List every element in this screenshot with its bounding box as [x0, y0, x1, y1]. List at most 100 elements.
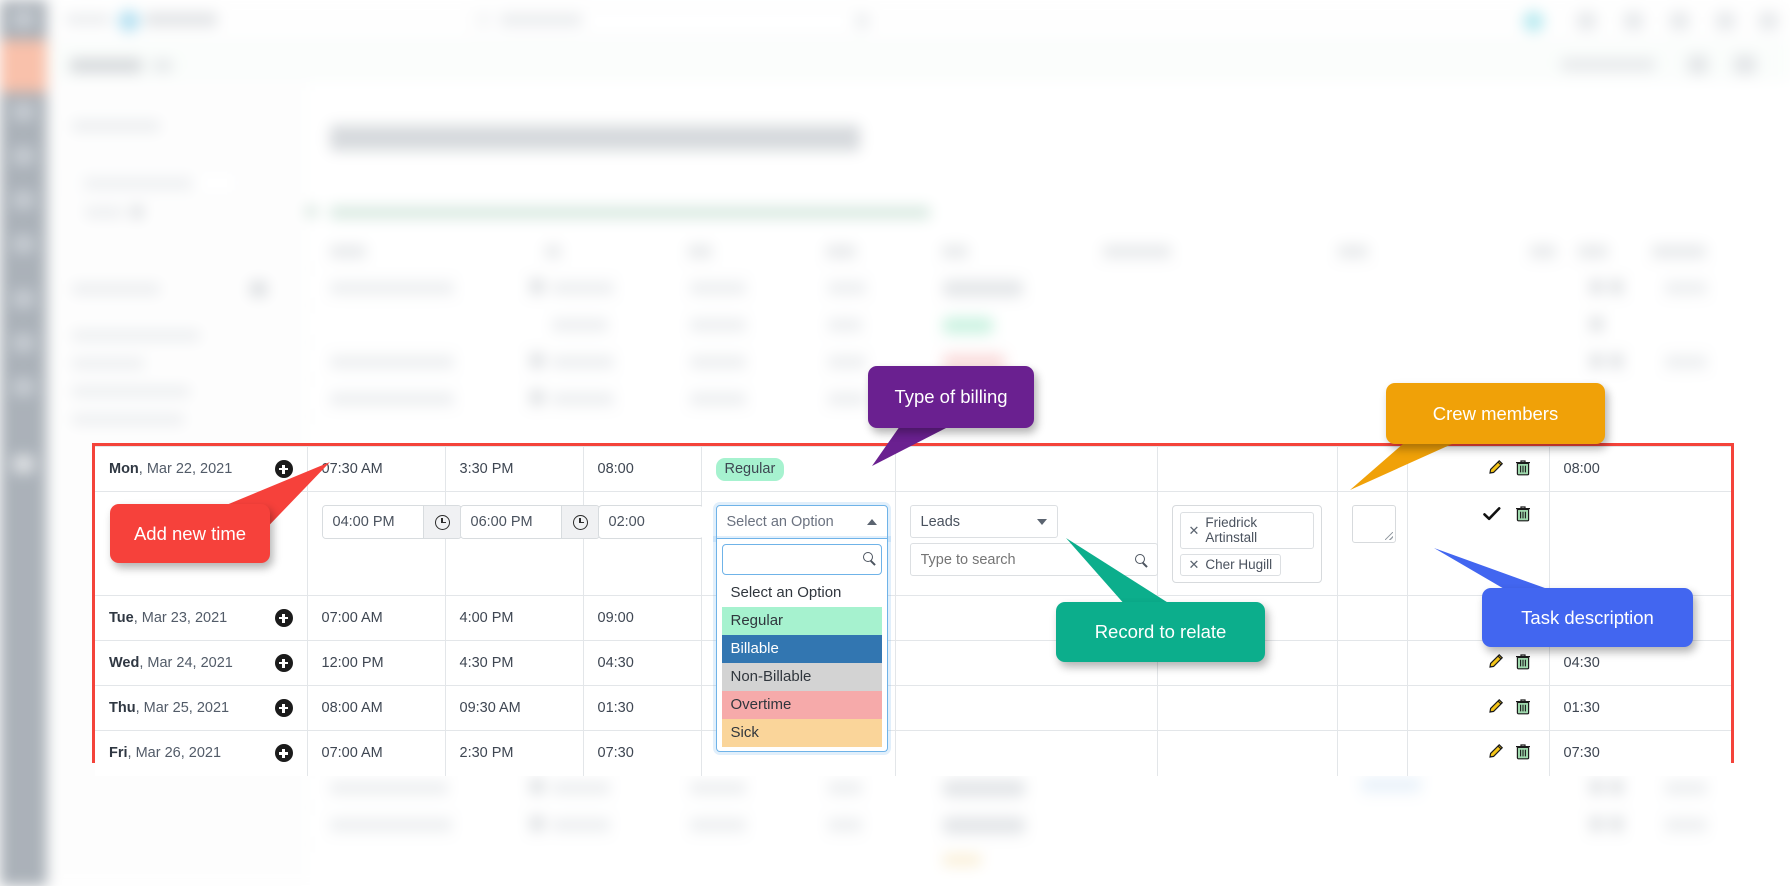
status-badge: Regular: [715, 457, 785, 481]
row-day: Tue: [109, 610, 134, 626]
time-in-clock-button[interactable]: [422, 506, 461, 538]
related-module-select[interactable]: Leads: [909, 505, 1058, 538]
delete-icon[interactable]: [1515, 743, 1531, 764]
chevron-up-icon: [866, 519, 877, 525]
row-date: , Mar 23, 2021: [133, 610, 228, 626]
cell-date: Wed, Mar 24, 2021: [95, 640, 308, 686]
task-description-textarea[interactable]: [1351, 505, 1396, 543]
cell-actions-edit: [1406, 491, 1550, 596]
row-date: , Mar 22, 2021: [138, 461, 233, 477]
related-record-search-input[interactable]: [910, 544, 1116, 575]
edit-icon[interactable]: [1487, 698, 1504, 719]
cell-total-edit: [582, 491, 704, 596]
delete-icon[interactable]: [1515, 459, 1531, 480]
cell-task: [1336, 685, 1408, 731]
add-new-time-button[interactable]: [274, 609, 293, 627]
cell-total: 07:30: [582, 730, 702, 776]
cell-duration: 07:30: [1548, 730, 1731, 776]
row-day: Mon: [109, 461, 139, 477]
edit-icon[interactable]: [1487, 743, 1504, 764]
cell-date: Thu, Mar 25, 2021: [95, 685, 308, 731]
cell-date: Fri, Mar 26, 2021: [95, 730, 308, 776]
callout-type-of-billing: Type of billing: [868, 366, 1034, 428]
row-day: Wed: [109, 655, 140, 671]
cell-total: 08:00: [582, 446, 702, 492]
edit-icon[interactable]: [1487, 653, 1504, 674]
cell-related-to: [894, 446, 1158, 492]
cell-time-out: 09:30 AM: [444, 685, 584, 731]
cell-actions: [1406, 685, 1550, 731]
cell-time-in-edit: [306, 491, 462, 596]
crew-chip-label: Cher Hugill: [1205, 557, 1273, 572]
cell-actions: [1406, 730, 1550, 776]
remove-icon[interactable]: ✕: [1189, 524, 1200, 537]
cell-date: Mon, Mar 22, 2021: [95, 446, 308, 492]
cell-task: [1336, 730, 1408, 776]
billing-type-selected-label: Select an Option: [726, 514, 834, 530]
cell-total: 04:30: [582, 640, 702, 686]
billing-type-select[interactable]: Select an Option: [715, 505, 888, 539]
cell-task: [1336, 446, 1408, 492]
related-record-search-wrapper: [909, 543, 1158, 576]
chevron-down-icon: [1036, 518, 1047, 525]
cell-actions: [1406, 640, 1550, 686]
cell-time-out: 3:30 PM: [444, 446, 584, 492]
cell-type: Regular: [700, 446, 896, 492]
cell-crew: [1156, 685, 1338, 731]
cell-date: Tue, Mar 23, 2021: [95, 595, 308, 641]
cell-duration: 04:30: [1548, 640, 1731, 686]
delete-icon[interactable]: [1515, 653, 1531, 674]
table-row: Thu, Mar 25, 2021 08:00 AM 09:30 AM 01:3…: [95, 685, 1731, 731]
crew-chip[interactable]: ✕ Friedrick Artinstall: [1179, 512, 1314, 549]
billing-type-search-input[interactable]: [722, 545, 851, 574]
add-new-time-button[interactable]: [274, 654, 293, 672]
remove-icon[interactable]: ✕: [1189, 558, 1200, 571]
cell-time-out: 4:00 PM: [444, 595, 584, 641]
time-out-clock-button[interactable]: [560, 506, 599, 538]
cell-actions: [1406, 446, 1550, 492]
row-date: , Mar 24, 2021: [139, 655, 233, 671]
dropdown-option-non-billable[interactable]: Non-Billable: [721, 663, 882, 691]
delete-icon[interactable]: [1515, 505, 1531, 526]
billing-type-select-wrapper: Select an Option Select an Option Regula…: [715, 505, 888, 752]
dropdown-option-overtime[interactable]: Overtime: [721, 691, 882, 719]
add-new-time-button[interactable]: [274, 744, 293, 763]
row-date: , Mar 26, 2021: [127, 745, 222, 762]
cell-task: [1336, 640, 1408, 686]
cell-time-out-edit: [444, 491, 600, 596]
add-new-time-button[interactable]: [274, 699, 293, 717]
cell-crew-edit: ✕ Friedrick Artinstall ✕ Cher Hugill: [1156, 491, 1338, 596]
callout-crew-members: Crew members: [1386, 383, 1605, 444]
delete-icon[interactable]: [1515, 698, 1531, 719]
row-day: Fri: [109, 745, 128, 762]
time-out-input-group: [459, 505, 600, 539]
edit-icon[interactable]: [1487, 459, 1504, 480]
dropdown-option-regular[interactable]: Regular: [721, 607, 882, 635]
callout-record-to-relate: Record to relate: [1056, 602, 1265, 662]
crew-chip-label: Friedrick Artinstall: [1205, 515, 1258, 545]
cell-time-in: 08:00 AM: [306, 685, 446, 731]
cell-task-edit: [1336, 491, 1408, 596]
dropdown-option-billable[interactable]: Billable: [721, 635, 882, 663]
cell-time-in: 07:00 AM: [306, 595, 446, 641]
cell-crew: [1156, 446, 1338, 492]
cell-total: 01:30: [582, 685, 702, 731]
row-date: , Mar 25, 2021: [135, 700, 230, 716]
dropdown-option-select-an-option[interactable]: Select an Option: [721, 579, 882, 607]
crew-members-field[interactable]: ✕ Friedrick Artinstall ✕ Cher Hugill: [1171, 505, 1322, 583]
total-hours-input[interactable]: [597, 505, 704, 539]
cell-type-edit: Select an Option Select an Option Regula…: [700, 491, 896, 752]
cell-task: [1336, 595, 1408, 641]
time-in-input[interactable]: [322, 506, 423, 538]
time-in-input-group: [321, 505, 462, 539]
cell-duration: 01:30: [1548, 685, 1731, 731]
billing-type-search-wrapper: [721, 544, 882, 575]
time-out-input[interactable]: [460, 506, 561, 538]
confirm-check-icon[interactable]: [1482, 506, 1501, 526]
add-new-time-button[interactable]: [274, 460, 293, 478]
table-row-edit: Select an Option Select an Option Regula…: [95, 491, 1731, 752]
dropdown-option-sick[interactable]: Sick: [721, 719, 882, 747]
table-row: Wed, Mar 24, 2021 12:00 PM 4:30 PM 04:30: [95, 640, 1731, 686]
related-module-value: Leads: [920, 513, 961, 530]
crew-chip[interactable]: ✕ Cher Hugill: [1179, 554, 1282, 576]
